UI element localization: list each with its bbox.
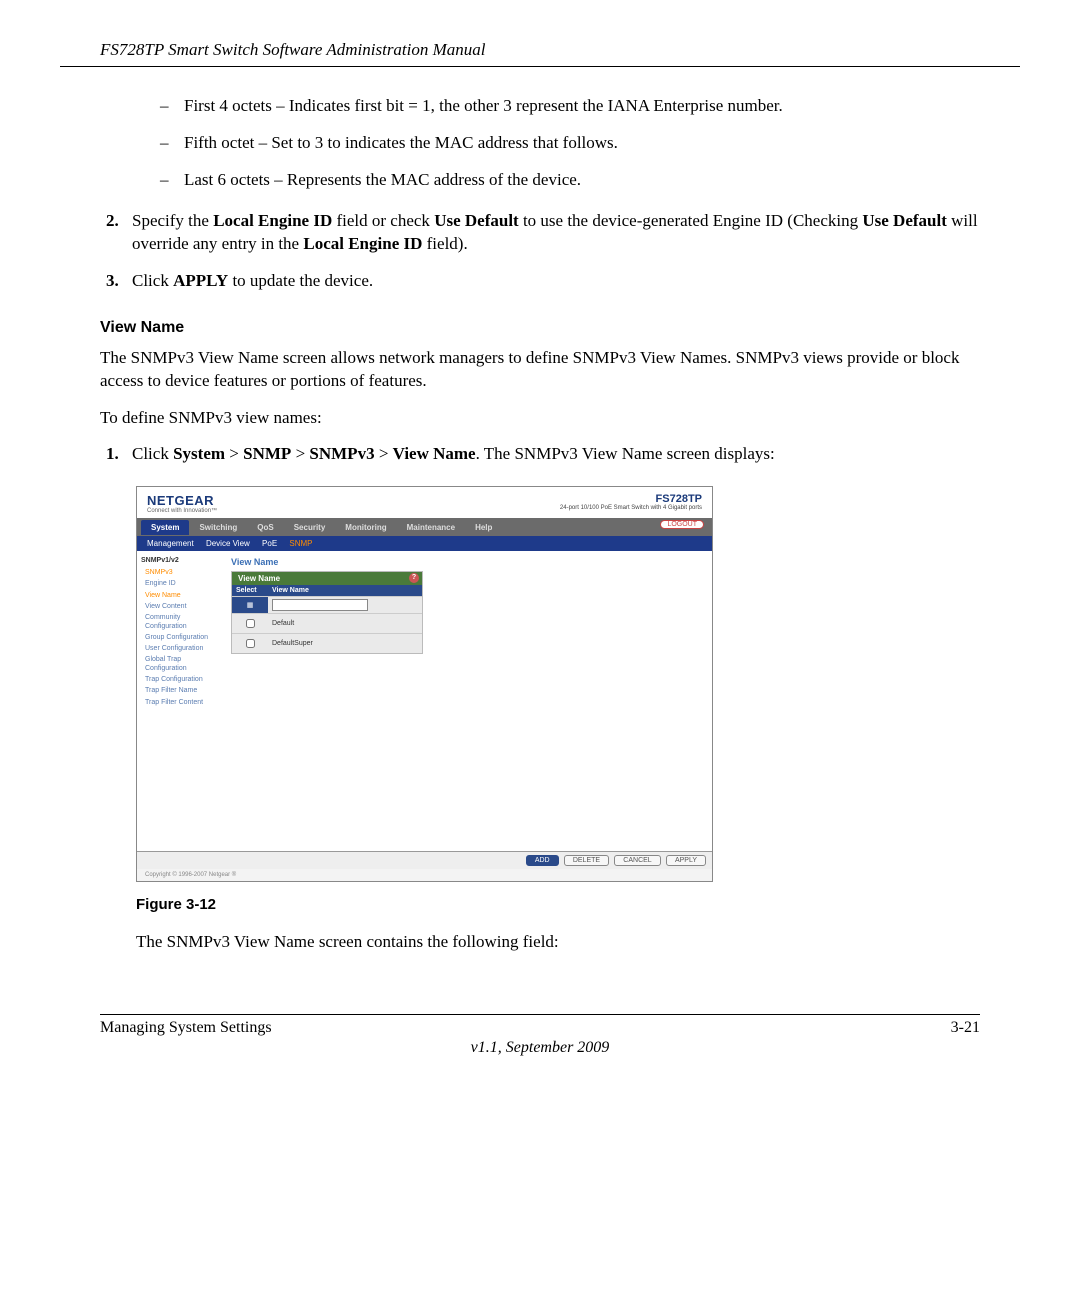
sidebar-item-engine-id[interactable]: Engine ID — [145, 579, 219, 588]
step-item: 2. Specify the Local Engine ID field or … — [106, 210, 980, 256]
subtab-device-view[interactable]: Device View — [206, 539, 250, 548]
page-content: –First 4 octets – Indicates first bit = … — [60, 95, 1020, 954]
panel: View Name ? Select View Name ▦ — [231, 571, 423, 654]
row-checkbox[interactable] — [246, 619, 255, 628]
section-heading: View Name — [100, 319, 980, 337]
col-view-name: View Name — [268, 585, 422, 597]
sidebar-item-community[interactable]: Community Configuration — [145, 613, 219, 631]
page-header: FS728TP Smart Switch Software Administra… — [60, 40, 1020, 67]
panel-title: View Name — [231, 557, 704, 567]
sidebar-item-user[interactable]: User Configuration — [145, 644, 219, 653]
view-name-table: Select View Name ▦ Default — [232, 585, 422, 653]
sidebar-item-view-name[interactable]: View Name — [145, 591, 219, 600]
footer-left: Managing System Settings — [100, 1019, 272, 1037]
sidebar-item-view-content[interactable]: View Content — [145, 602, 219, 611]
dash-item: –First 4 octets – Indicates first bit = … — [160, 95, 980, 118]
paragraph: The SNMPv3 View Name screen allows netwo… — [100, 347, 980, 393]
step-number: 1. — [106, 443, 132, 466]
logout-button[interactable]: LOGOUT — [660, 520, 704, 529]
product-model: FS728TP — [560, 493, 702, 505]
brand-block: NETGEAR Connect with Innovation™ — [147, 493, 217, 514]
tab-maintenance[interactable]: Maintenance — [397, 520, 465, 535]
tab-switching[interactable]: Switching — [189, 520, 247, 535]
sidebar-item-trap-config[interactable]: Trap Configuration — [145, 675, 219, 684]
button-bar: ADD DELETE CANCEL APPLY — [137, 851, 712, 869]
numbered-list-a: 2. Specify the Local Engine ID field or … — [106, 210, 980, 293]
sidebar: SNMPv1/v2 SNMPv3 Engine ID View Name Vie… — [137, 551, 223, 851]
footer-rule — [100, 1014, 980, 1015]
brand-tagline: Connect with Innovation™ — [147, 508, 217, 514]
sub-tabs: Management Device View PoE SNMP — [137, 536, 712, 551]
dash-item: –Fifth octet – Set to 3 to indicates the… — [160, 132, 980, 155]
step-item: 1. Click System > SNMP > SNMPv3 > View N… — [106, 443, 980, 466]
dash-item: –Last 6 octets – Represents the MAC addr… — [160, 169, 980, 192]
panel-header: View Name ? — [232, 572, 422, 585]
delete-button[interactable]: DELETE — [564, 855, 609, 866]
help-icon[interactable]: ? — [409, 573, 419, 583]
dash-icon: – — [160, 169, 184, 192]
dash-list: –First 4 octets – Indicates first bit = … — [160, 95, 980, 192]
tab-help[interactable]: Help — [465, 520, 502, 535]
dash-text: First 4 octets – Indicates first bit = 1… — [184, 95, 783, 118]
tab-monitoring[interactable]: Monitoring — [335, 520, 396, 535]
add-button[interactable]: ADD — [526, 855, 559, 866]
apply-button[interactable]: APPLY — [666, 855, 706, 866]
cancel-button[interactable]: CANCEL — [614, 855, 660, 866]
netgear-logo: NETGEAR — [147, 493, 217, 508]
row-value: Default — [268, 614, 422, 634]
sidebar-item-trap-filter-name[interactable]: Trap Filter Name — [145, 686, 219, 695]
footer-version: v1.1, September 2009 — [100, 1039, 980, 1057]
product-block: FS728TP 24-port 10/100 PoE Smart Switch … — [560, 493, 702, 511]
table-row-input: ▦ — [232, 597, 422, 614]
figure-caption: Figure 3-12 — [136, 896, 980, 913]
table-row: Default — [232, 614, 422, 634]
subtab-poe[interactable]: PoE — [262, 539, 277, 548]
step-number: 3. — [106, 270, 132, 293]
sidebar-item-group[interactable]: Group Configuration — [145, 633, 219, 642]
main-panel: View Name View Name ? Select View Name ▦ — [223, 551, 712, 851]
row-value: DefaultSuper — [268, 634, 422, 654]
footer-right: 3-21 — [951, 1019, 980, 1037]
product-desc: 24-port 10/100 PoE Smart Switch with 4 G… — [560, 505, 702, 511]
sidebar-item-snmpv3[interactable]: SNMPv3 — [145, 568, 219, 577]
subtab-snmp[interactable]: SNMP — [289, 539, 312, 548]
tab-qos[interactable]: QoS — [247, 520, 283, 535]
sidebar-item-trap-filter-content[interactable]: Trap Filter Content — [145, 698, 219, 707]
view-name-input[interactable] — [272, 599, 368, 611]
page-footer: Managing System Settings 3-21 v1.1, Sept… — [60, 1014, 1020, 1057]
step-text: Click System > SNMP > SNMPv3 > View Name… — [132, 443, 775, 466]
copyright-text: Copyright © 1996-2007 Netgear ® — [137, 869, 712, 881]
step-number: 2. — [106, 210, 132, 256]
screenshot-topbar: NETGEAR Connect with Innovation™ FS728TP… — [137, 487, 712, 518]
row-checkbox[interactable] — [246, 639, 255, 648]
step-text: Click APPLY to update the device. — [132, 270, 373, 293]
paragraph: To define SNMPv3 view names: — [100, 407, 980, 430]
numbered-list-b: 1. Click System > SNMP > SNMPv3 > View N… — [106, 443, 980, 466]
sidebar-item-global-trap[interactable]: Global Trap Configuration — [145, 655, 219, 673]
step-item: 3. Click APPLY to update the device. — [106, 270, 980, 293]
step-text: Specify the Local Engine ID field or che… — [132, 210, 980, 256]
screenshot-panel: NETGEAR Connect with Innovation™ FS728TP… — [136, 486, 713, 882]
col-select: Select — [232, 585, 268, 597]
dash-icon: – — [160, 132, 184, 155]
table-header-row: Select View Name — [232, 585, 422, 597]
main-tabs: System Switching QoS Security Monitoring… — [137, 518, 712, 536]
table-row: DefaultSuper — [232, 634, 422, 654]
dash-text: Fifth octet – Set to 3 to indicates the … — [184, 132, 618, 155]
sidebar-group: SNMPv1/v2 — [141, 557, 219, 564]
dash-icon: – — [160, 95, 184, 118]
dash-text: Last 6 octets – Represents the MAC addre… — [184, 169, 581, 192]
header-title: FS728TP Smart Switch Software Administra… — [100, 40, 486, 59]
tab-system[interactable]: System — [141, 520, 189, 535]
subtab-management[interactable]: Management — [147, 539, 194, 548]
screenshot-body: SNMPv1/v2 SNMPv3 Engine ID View Name Vie… — [137, 551, 712, 851]
tab-security[interactable]: Security — [284, 520, 336, 535]
select-all-icon[interactable]: ▦ — [247, 602, 254, 609]
paragraph: The SNMPv3 View Name screen contains the… — [136, 931, 980, 954]
